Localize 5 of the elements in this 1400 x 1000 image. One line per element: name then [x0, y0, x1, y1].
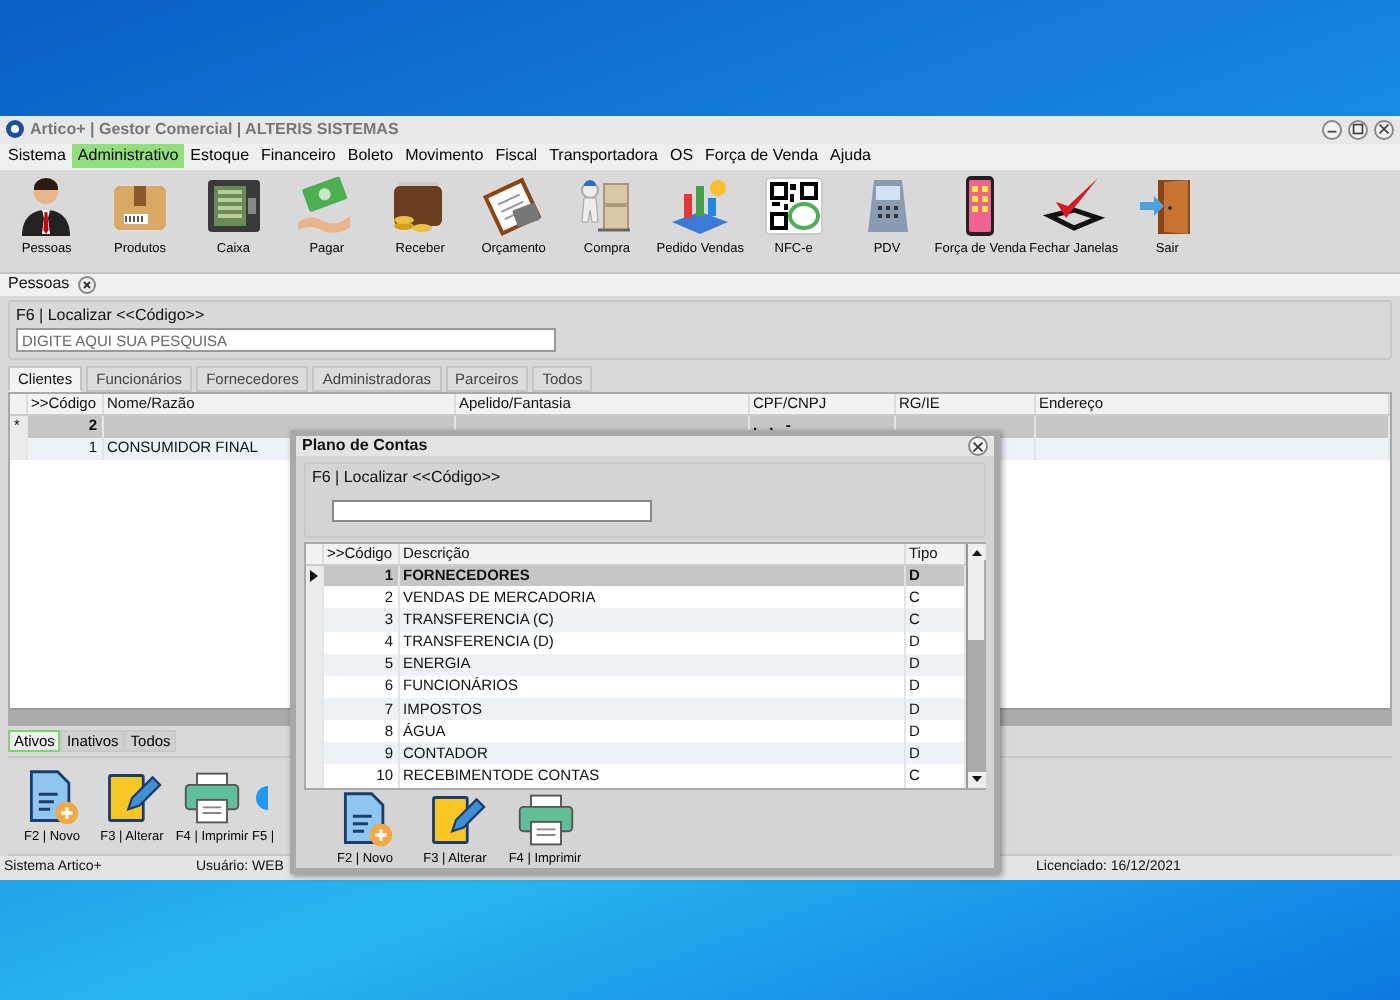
- tab-label: Pessoas: [8, 274, 70, 294]
- window-title: Artico+ | Gestor Comercial | ALTERIS SISTEMAS: [30, 120, 399, 140]
- group-label: F6 | Localizar <<Código>>: [16, 305, 207, 325]
- group-label: F6 | Localizar <<Código>>: [312, 468, 503, 488]
- dialog-title: Plano de Contas: [302, 436, 428, 456]
